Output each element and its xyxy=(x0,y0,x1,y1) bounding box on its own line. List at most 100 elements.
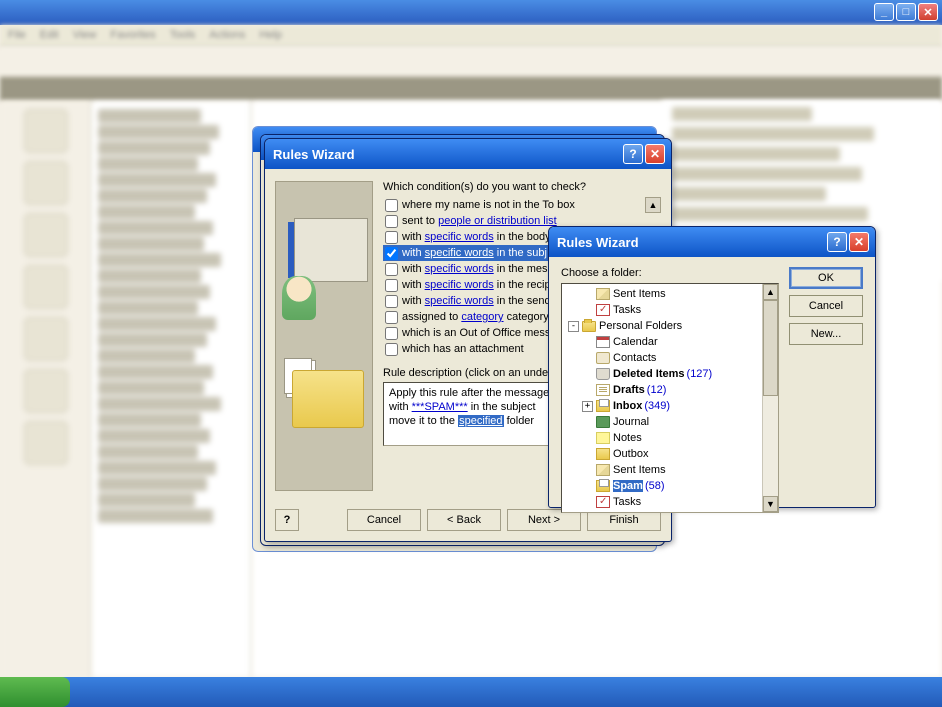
wizard-help-icon[interactable]: ? xyxy=(275,509,299,531)
rules-wizard-titlebar[interactable]: Rules Wizard ? ✕ xyxy=(265,139,671,169)
condition-checkbox[interactable] xyxy=(385,343,398,356)
tree-label[interactable]: Inbox xyxy=(613,400,642,412)
tree-row[interactable]: Spam (58) xyxy=(564,478,762,494)
tree-row[interactable]: Contacts xyxy=(564,350,762,366)
tree-label[interactable]: Tasks xyxy=(613,304,641,316)
ni-tasks-icon xyxy=(596,304,610,316)
wizard-illustration xyxy=(275,181,373,491)
ni-cal-icon xyxy=(596,336,610,348)
scroll-thumb[interactable] xyxy=(763,300,778,396)
folder-cancel-button[interactable]: Cancel xyxy=(789,295,863,317)
app-maximize-button[interactable]: □ xyxy=(896,3,916,21)
ni-del-icon xyxy=(596,368,610,380)
condition-link[interactable]: specific words xyxy=(425,279,494,291)
tree-row[interactable]: Tasks xyxy=(564,494,762,510)
cancel-button[interactable]: Cancel xyxy=(347,509,421,531)
tree-row[interactable]: Sent Items xyxy=(564,462,762,478)
folder-list xyxy=(92,101,252,677)
condition-link[interactable]: specific words xyxy=(425,231,494,243)
new-folder-button[interactable]: New... xyxy=(789,323,863,345)
tree-row[interactable]: Tasks xyxy=(564,302,762,318)
tree-toggle[interactable]: - xyxy=(568,321,579,332)
app-menubar: FileEditViewFavoritesToolsActionsHelp xyxy=(0,25,942,47)
app-toolbar xyxy=(0,47,942,77)
tree-label[interactable]: Outbox xyxy=(613,448,648,460)
ni-inbox-icon xyxy=(596,480,610,492)
desc-specified-link[interactable]: specified xyxy=(458,415,503,427)
condition-checkbox[interactable] xyxy=(385,215,398,228)
tree-row[interactable]: Drafts (12) xyxy=(564,382,762,398)
app-toolbar2 xyxy=(0,77,942,101)
condition-label: which is an Out of Office mess xyxy=(402,327,550,339)
outlook-bar xyxy=(0,101,92,677)
condition-link[interactable]: specific words xyxy=(425,295,494,307)
ok-button[interactable]: OK xyxy=(789,267,863,289)
tree-row[interactable]: - Personal Folders xyxy=(564,318,762,334)
desc-spam-link[interactable]: ***SPAM*** xyxy=(412,401,468,413)
condition-checkbox[interactable] xyxy=(385,247,398,260)
condition-checkbox[interactable] xyxy=(385,279,398,292)
tree-row[interactable]: Outbox xyxy=(564,446,762,462)
folder-tree[interactable]: Sent Items Tasks - Personal Folders Calendar… xyxy=(562,284,762,512)
condition-label: with specific words in the subj xyxy=(402,247,547,259)
condition-label: which has an attachment xyxy=(402,343,524,355)
choose-folder-title: Rules Wizard xyxy=(557,235,827,250)
tree-count: (58) xyxy=(645,480,665,492)
scroll-up-button[interactable]: ▲ xyxy=(763,284,778,300)
condition-link[interactable]: specific words xyxy=(425,263,494,275)
ni-contacts-icon xyxy=(596,352,610,364)
tree-row[interactable]: +Inbox (349) xyxy=(564,398,762,414)
tree-row[interactable]: Deleted Items (127) xyxy=(564,366,762,382)
tree-label[interactable]: Sent Items xyxy=(613,288,666,300)
rules-wizard-help-button[interactable]: ? xyxy=(623,144,643,164)
tree-label[interactable]: Personal Folders xyxy=(599,320,682,332)
back-button[interactable]: < Back xyxy=(427,509,501,531)
conditions-question: Which condition(s) do you want to check? xyxy=(383,181,661,193)
choose-folder-titlebar[interactable]: Rules Wizard ? ✕ xyxy=(549,227,875,257)
tree-count: (127) xyxy=(687,368,713,380)
tree-label[interactable]: Tasks xyxy=(613,496,641,508)
tree-label[interactable]: Notes xyxy=(613,432,642,444)
rules-wizard-close-button[interactable]: ✕ xyxy=(645,144,665,164)
tree-label[interactable]: Sent Items xyxy=(613,464,666,476)
tree-label[interactable]: Spam xyxy=(613,480,643,492)
condition-label: with specific words in the recip xyxy=(402,279,551,291)
ni-inbox-icon xyxy=(596,400,610,412)
windows-taskbar xyxy=(0,677,942,707)
tree-label[interactable]: Contacts xyxy=(613,352,656,364)
ni-outbox-icon xyxy=(596,448,610,460)
tree-row[interactable]: Calendar xyxy=(564,334,762,350)
condition-link[interactable]: specific words xyxy=(425,247,494,259)
tree-toggle[interactable]: + xyxy=(582,401,593,412)
condition-label: with specific words in the mes xyxy=(402,263,548,275)
rules-wizard-title: Rules Wizard xyxy=(273,147,623,162)
choose-folder-help-button[interactable]: ? xyxy=(827,232,847,252)
condition-checkbox[interactable] xyxy=(385,231,398,244)
condition-link[interactable]: category xyxy=(461,311,503,323)
folder-icon-pf-icon xyxy=(582,321,596,332)
conditions-scroll-up[interactable]: ▲ xyxy=(645,197,661,213)
start-button[interactable] xyxy=(0,677,70,707)
folder-tree-scrollbar[interactable]: ▲ ▼ xyxy=(762,284,778,512)
condition-label: where my name is not in the To box xyxy=(402,199,575,211)
tree-row[interactable]: Notes xyxy=(564,430,762,446)
tree-row[interactable]: Sent Items xyxy=(564,286,762,302)
condition-checkbox[interactable] xyxy=(385,295,398,308)
app-close-button[interactable]: ✕ xyxy=(918,3,938,21)
tree-label[interactable]: Drafts xyxy=(613,384,645,396)
ni-drafts-icon xyxy=(596,384,610,396)
condition-checkbox[interactable] xyxy=(385,311,398,324)
tree-row[interactable]: Journal xyxy=(564,414,762,430)
scroll-down-button[interactable]: ▼ xyxy=(763,496,778,512)
app-minimize-button[interactable]: _ xyxy=(874,3,894,21)
tree-label[interactable]: Deleted Items xyxy=(613,368,685,380)
condition-checkbox[interactable] xyxy=(385,199,398,212)
condition-checkbox[interactable] xyxy=(385,359,398,360)
condition-row[interactable]: where my name is not in the To box xyxy=(383,197,661,213)
tree-label[interactable]: Calendar xyxy=(613,336,658,348)
condition-checkbox[interactable] xyxy=(385,263,398,276)
tree-label[interactable]: Journal xyxy=(613,416,649,428)
condition-checkbox[interactable] xyxy=(385,327,398,340)
choose-folder-close-button[interactable]: ✕ xyxy=(849,232,869,252)
condition-link[interactable]: people or distribution list xyxy=(438,215,557,227)
